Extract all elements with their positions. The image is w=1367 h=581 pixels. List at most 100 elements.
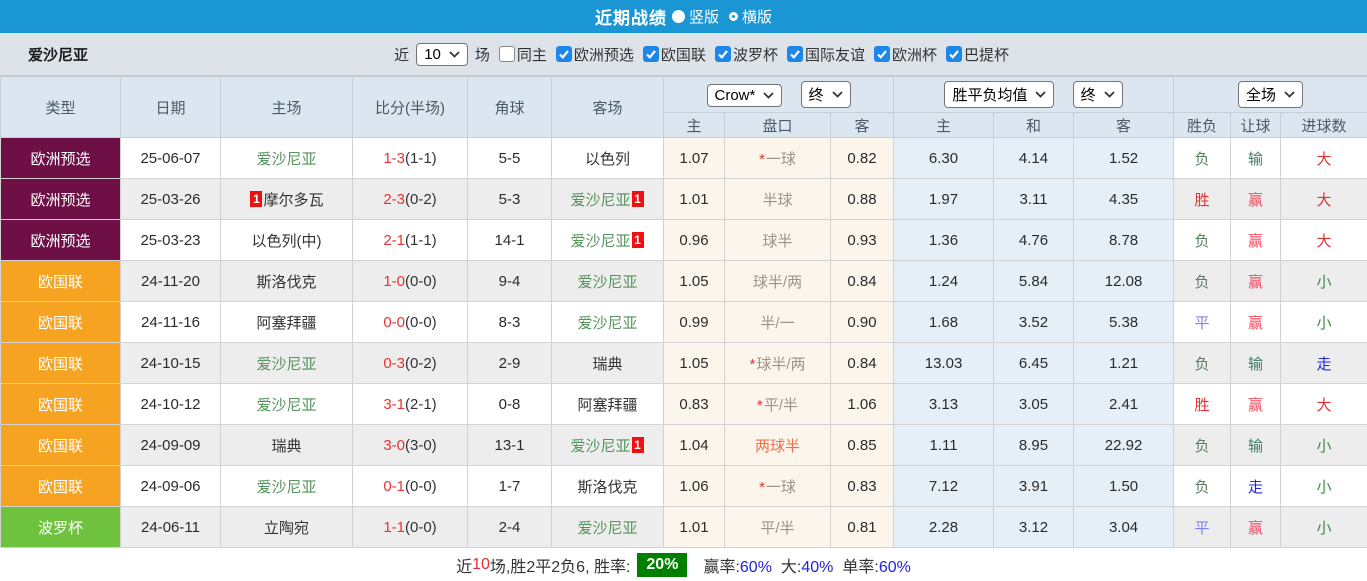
filter-checkbox-label[interactable]: 同主 xyxy=(517,44,547,65)
checkbox-checked[interactable] xyxy=(643,46,659,62)
cell-eu-draw-odds: 8.95 xyxy=(994,425,1074,466)
team-name: 阿塞拜疆 xyxy=(256,315,316,332)
recent-count-value: 10 xyxy=(424,46,441,63)
cell-ah-home-odds: 1.06 xyxy=(664,466,725,507)
half-time-score: (3-0) xyxy=(405,437,437,454)
cell-date: 24-06-11 xyxy=(121,507,221,548)
sub-header-ah-away: 客 xyxy=(831,113,894,138)
checkbox-checked[interactable] xyxy=(787,46,803,62)
europe-time-select-value: 终 xyxy=(1081,84,1096,105)
filter-checkbox-label[interactable]: 波罗杯 xyxy=(733,44,778,65)
stat-label: 赢率: xyxy=(703,559,739,576)
half-time-score: (2-1) xyxy=(405,396,437,413)
cell-league-type: 欧国联 xyxy=(1,425,121,466)
cell-home-team: 1摩尔多瓦 xyxy=(221,179,353,220)
cell-result-goals: 大 xyxy=(1281,179,1367,220)
europe-odds-select[interactable]: 胜平负均值 xyxy=(944,81,1054,108)
radio-unselected[interactable] xyxy=(729,12,738,21)
period-select[interactable]: 全场 xyxy=(1238,81,1303,108)
half-time-score: (0-0) xyxy=(405,314,437,331)
filter-checkbox-label[interactable]: 欧洲杯 xyxy=(892,44,937,65)
summary-prefix: 近 xyxy=(456,553,472,577)
team-name: 爱沙尼亚 xyxy=(256,397,316,414)
cell-eu-away-odds: 1.52 xyxy=(1074,138,1174,179)
full-time-score: 0-3 xyxy=(383,355,405,372)
full-time-score: 0-1 xyxy=(383,478,405,495)
filter-checkbox-label[interactable]: 国际友谊 xyxy=(805,44,865,65)
summary-stat: 赢率:60% xyxy=(703,553,771,577)
full-time-score: 2-1 xyxy=(383,232,405,249)
cell-eu-away-odds: 2.41 xyxy=(1074,384,1174,425)
cell-ah-home-odds: 1.05 xyxy=(664,261,725,302)
cell-away-team: 爱沙尼亚1 xyxy=(552,425,664,466)
cell-ah-line: 半/一 xyxy=(725,302,831,343)
handicap-line: 一球 xyxy=(766,151,796,168)
cell-home-team: 立陶宛 xyxy=(221,507,353,548)
cell-eu-draw-odds: 3.11 xyxy=(994,179,1074,220)
chevron-down-icon xyxy=(1104,91,1115,98)
half-time-score: (0-2) xyxy=(405,355,437,372)
handicap-group-header: Crow* 终 xyxy=(664,77,894,113)
cell-score: 3-1(2-1) xyxy=(353,384,468,425)
match-row: 波罗杯24-06-11立陶宛1-1(0-0)2-4爱沙尼亚1.01平/半0.81… xyxy=(1,507,1367,548)
cell-eu-draw-odds: 3.52 xyxy=(994,302,1074,343)
recent-count-select[interactable]: 10 xyxy=(416,43,468,66)
team-name: 瑞典 xyxy=(271,438,301,455)
cell-date: 24-09-09 xyxy=(121,425,221,466)
stat-value: 60% xyxy=(740,559,772,576)
cell-away-team: 阿塞拜疆 xyxy=(552,384,664,425)
sub-header-handicap-result: 让球 xyxy=(1231,113,1281,138)
europe-odds-select-value: 胜平负均值 xyxy=(952,84,1027,105)
cell-away-team: 爱沙尼亚 xyxy=(552,302,664,343)
stat-value: 40% xyxy=(801,559,833,576)
filter-checkbox-label[interactable]: 巴提杯 xyxy=(964,44,1009,65)
handicap-line: 半/一 xyxy=(760,315,794,332)
handicap-time-select[interactable]: 终 xyxy=(801,81,851,108)
filter-checkbox-label[interactable]: 欧国联 xyxy=(661,44,706,65)
cell-league-type: 欧国联 xyxy=(1,384,121,425)
cell-eu-home-odds: 1.68 xyxy=(894,302,994,343)
cell-result-handicap: 输 xyxy=(1231,343,1281,384)
europe-time-select[interactable]: 终 xyxy=(1073,81,1123,108)
radio-option-label[interactable]: 横版 xyxy=(742,6,772,27)
cell-away-team: 斯洛伐克 xyxy=(552,466,664,507)
cell-away-team: 爱沙尼亚1 xyxy=(552,220,664,261)
cell-eu-home-odds: 1.24 xyxy=(894,261,994,302)
team-name: 阿塞拜疆 xyxy=(577,397,637,414)
league-filter-checkboxes: 同主 欧洲预选 欧国联 波罗杯 国际友谊 欧洲杯 巴提杯 xyxy=(490,44,1009,65)
summary-stat: 大:40% xyxy=(781,553,833,577)
filter-checkbox-label[interactable]: 欧洲预选 xyxy=(574,44,634,65)
radio-selected[interactable] xyxy=(672,10,685,23)
cell-score: 2-3(0-2) xyxy=(353,179,468,220)
cell-score: 1-1(0-0) xyxy=(353,507,468,548)
cell-corner: 9-4 xyxy=(468,261,552,302)
cell-eu-home-odds: 1.11 xyxy=(894,425,994,466)
match-row: 欧洲预选25-03-23以色列(中)2-1(1-1)14-1爱沙尼亚10.96球… xyxy=(1,220,1367,261)
checkbox-unchecked[interactable] xyxy=(499,46,515,62)
cell-corner: 5-3 xyxy=(468,179,552,220)
checkbox-checked[interactable] xyxy=(946,46,962,62)
check-icon xyxy=(558,48,570,60)
live-star-marker: * xyxy=(759,479,765,496)
full-time-score: 1-1 xyxy=(383,519,405,536)
match-row: 欧国联24-11-16阿塞拜疆0-0(0-0)8-3爱沙尼亚0.99半/一0.9… xyxy=(1,302,1367,343)
cell-result-handicap: 输 xyxy=(1231,425,1281,466)
cell-result-goals: 大 xyxy=(1281,220,1367,261)
cell-away-team: 爱沙尼亚 xyxy=(552,507,664,548)
col-header-corner: 角球 xyxy=(468,77,552,138)
checkbox-checked[interactable] xyxy=(556,46,572,62)
chevron-down-icon xyxy=(1035,91,1046,98)
cell-league-type: 欧洲预选 xyxy=(1,138,121,179)
cell-result-wdl: 负 xyxy=(1174,343,1231,384)
checkbox-checked[interactable] xyxy=(874,46,890,62)
cell-eu-draw-odds: 5.84 xyxy=(994,261,1074,302)
cell-ah-away-odds: 0.84 xyxy=(831,261,894,302)
radio-option-label[interactable]: 竖版 xyxy=(689,6,719,27)
checkbox-checked[interactable] xyxy=(715,46,731,62)
bookmaker-select[interactable]: Crow* xyxy=(707,84,783,107)
handicap-line: 球半/两 xyxy=(753,274,802,291)
col-header-home: 主场 xyxy=(221,77,353,138)
cell-corner: 8-3 xyxy=(468,302,552,343)
cell-result-wdl: 胜 xyxy=(1174,384,1231,425)
cell-ah-away-odds: 0.84 xyxy=(831,343,894,384)
